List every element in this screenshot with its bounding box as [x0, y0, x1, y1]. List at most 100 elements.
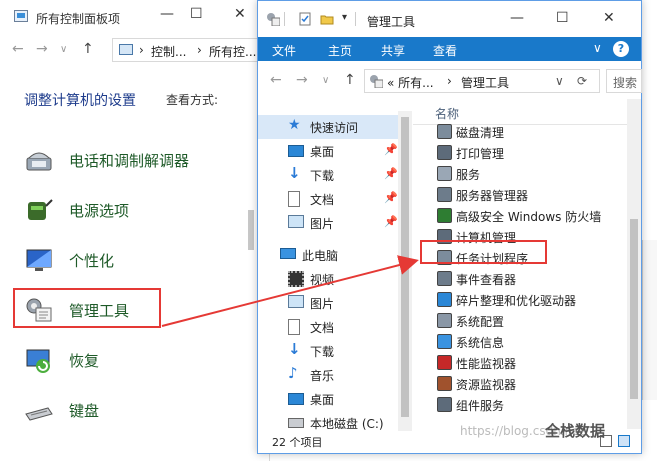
- nav-scrollbar[interactable]: [398, 111, 412, 431]
- pin-icon[interactable]: 📌: [384, 167, 398, 180]
- music-icon: ♪: [288, 364, 298, 382]
- pin-icon[interactable]: 📌: [384, 215, 398, 228]
- recent-dropdown-icon[interactable]: ∨: [60, 44, 67, 55]
- list-item[interactable]: 资源监视器: [413, 373, 629, 394]
- keyboard-icon: [25, 407, 53, 421]
- forward-icon[interactable]: →: [296, 72, 308, 88]
- star-icon: ★: [288, 117, 301, 133]
- list-item[interactable]: 磁盘清理: [413, 121, 629, 142]
- maximize-button[interactable]: ☐: [556, 10, 569, 26]
- list-item[interactable]: 组件服务: [413, 394, 629, 415]
- nav-item-label: 下载: [310, 169, 335, 183]
- nav-item-desktop[interactable]: 桌面: [258, 387, 398, 411]
- list-item[interactable]: 打印管理: [413, 142, 629, 163]
- breadcrumb-admin-tools[interactable]: 管理工具: [461, 74, 509, 91]
- breadcrumb-control[interactable]: 控制...: [151, 43, 186, 60]
- breadcrumb-all-items[interactable]: « 所有...: [387, 74, 434, 91]
- nav-item-music[interactable]: ♪ 音乐: [258, 363, 398, 387]
- list-item[interactable]: 系统配置: [413, 310, 629, 331]
- cp-item-label: 键盘: [69, 402, 100, 420]
- cp-item-power-options[interactable]: 电源选项: [24, 190, 244, 230]
- nav-item-pictures[interactable]: 图片: [258, 291, 398, 315]
- nav-item-label: 文档: [310, 193, 335, 207]
- background-window-edge: [642, 240, 657, 400]
- minimize-button[interactable]: —: [510, 10, 524, 26]
- new-folder-icon[interactable]: [320, 12, 334, 26]
- column-header-name[interactable]: 名称: [435, 105, 459, 122]
- list-item[interactable]: 性能监视器: [413, 352, 629, 373]
- cp-item-personalization[interactable]: 个性化: [24, 240, 244, 280]
- control-panel-icon: [119, 44, 133, 55]
- up-icon[interactable]: ↑: [82, 41, 94, 57]
- file-shortcut-icon: [437, 355, 452, 370]
- scrollbar[interactable]: [248, 210, 254, 250]
- documents-icon: [288, 319, 300, 335]
- scrollbar-thumb[interactable]: [630, 219, 638, 399]
- nav-item-label: 音乐: [310, 369, 335, 383]
- search-input[interactable]: 搜索: [606, 69, 642, 93]
- pin-icon[interactable]: 📌: [384, 191, 398, 204]
- back-icon[interactable]: ←: [12, 41, 24, 57]
- this-pc-icon: [280, 248, 296, 259]
- cp-item-keyboard[interactable]: 键盘: [24, 390, 244, 430]
- nav-item-desktop[interactable]: 桌面 📌: [258, 139, 398, 163]
- nav-item-quick-access[interactable]: ★ 快速访问: [258, 115, 398, 139]
- file-shortcut-icon: [437, 271, 452, 286]
- maximize-button[interactable]: ☐: [190, 6, 203, 22]
- nav-item-documents[interactable]: 文档: [258, 315, 398, 339]
- item-count: 22 个项目: [272, 436, 323, 449]
- explorer-window: ▾ 管理工具 — ☐ ✕ 文件 主页 共享 查看 ∨ ? ← → ∨ ↑ « 所…: [257, 0, 642, 454]
- control-panel-window: 所有控制面板项 — ☐ ✕ ← → ∨ ↑ › 控制... › 所有控... 调…: [0, 0, 274, 461]
- help-icon[interactable]: ?: [613, 41, 629, 57]
- pin-icon[interactable]: 📌: [384, 143, 398, 156]
- scrollbar-thumb[interactable]: [401, 117, 409, 417]
- navigation-pane: ★ 快速访问 桌面 📌 ↓ 下载 📌 文档 📌 图片 📌 此电脑 视频 图片 文…: [258, 99, 412, 431]
- customize-dropdown-icon[interactable]: ▾: [342, 12, 356, 26]
- disk-icon: [288, 418, 304, 428]
- tab-file[interactable]: 文件: [258, 37, 308, 61]
- forward-icon[interactable]: →: [36, 41, 48, 57]
- nav-item-videos[interactable]: 视频: [258, 267, 398, 291]
- file-list-scrollbar[interactable]: [627, 99, 641, 429]
- nav-item-label: 图片: [310, 297, 335, 311]
- ribbon-expand-icon[interactable]: ∨: [593, 41, 602, 55]
- address-box[interactable]: « 所有... › 管理工具 ∨ ⟳: [364, 69, 600, 93]
- list-item[interactable]: 系统信息: [413, 331, 629, 352]
- file-shortcut-icon: [437, 292, 452, 307]
- list-item[interactable]: 服务器管理器: [413, 184, 629, 205]
- file-shortcut-icon: [437, 124, 452, 139]
- list-item[interactable]: 服务: [413, 163, 629, 184]
- cp-item-phone-modem[interactable]: 电话和调制解调器: [24, 140, 244, 180]
- back-icon[interactable]: ←: [270, 72, 282, 88]
- refresh-icon[interactable]: ⟳: [577, 74, 587, 88]
- address-box[interactable]: › 控制... › 所有控...: [112, 38, 274, 62]
- up-icon[interactable]: ↑: [344, 72, 356, 88]
- close-button[interactable]: ✕: [603, 10, 615, 26]
- close-button[interactable]: ✕: [234, 6, 246, 22]
- nav-item-downloads[interactable]: ↓ 下载: [258, 339, 398, 363]
- list-item[interactable]: 高级安全 Windows 防火墙: [413, 205, 629, 226]
- tab-view[interactable]: 查看: [433, 42, 457, 59]
- minimize-button[interactable]: —: [160, 6, 174, 22]
- file-list: 名称 磁盘清理 打印管理 服务 服务器管理器 高级安全 Windows 防火墙 计算机管理…: [413, 99, 629, 429]
- nav-item-this-pc[interactable]: 此电脑: [258, 243, 398, 267]
- file-shortcut-icon: [437, 166, 452, 181]
- tab-share[interactable]: 共享: [381, 42, 405, 59]
- page-title: 调整计算机的设置: [24, 93, 136, 109]
- list-item[interactable]: 事件查看器: [413, 268, 629, 289]
- nav-item-pictures[interactable]: 图片 📌: [258, 211, 398, 235]
- list-item-label: 组件服务: [456, 399, 505, 413]
- properties-icon[interactable]: [298, 12, 312, 26]
- address-dropdown-icon[interactable]: ∨: [555, 74, 564, 88]
- nav-item-documents[interactable]: 文档 📌: [258, 187, 398, 211]
- list-item[interactable]: 碎片整理和优化驱动器: [413, 289, 629, 310]
- breadcrumb-all-items[interactable]: 所有控...: [209, 43, 256, 60]
- file-shortcut-icon: [437, 397, 452, 412]
- nav-item-downloads[interactable]: ↓ 下载 📌: [258, 163, 398, 187]
- tab-home[interactable]: 主页: [328, 42, 352, 59]
- list-item-label: 系统配置: [456, 315, 505, 329]
- title-bar: 所有控制面板项 — ☐ ✕: [0, 0, 270, 34]
- large-icons-view-icon[interactable]: [618, 435, 630, 447]
- cp-item-recovery[interactable]: 恢复: [24, 340, 244, 380]
- recent-dropdown-icon[interactable]: ∨: [322, 75, 329, 86]
